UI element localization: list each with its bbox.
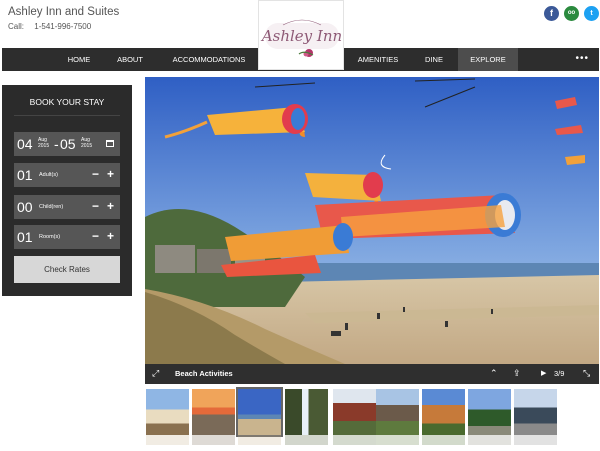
nav-amenities[interactable]: AMENITIES — [352, 48, 404, 71]
fullscreen-mode-icon[interactable]: ⤢ — [152, 368, 159, 379]
hotel-name: Ashley Inn and Suites — [8, 6, 120, 18]
gallery-thumb-8[interactable] — [468, 389, 511, 435]
page: Ashley Inn and Suites Call: 1-541-996-75… — [0, 0, 600, 451]
rooms-stepper: 01 Room(s) − + — [14, 225, 120, 249]
svg-text:Ashley Inn: Ashley Inn — [260, 27, 342, 45]
thumb-reflection — [333, 435, 376, 445]
thumb-reflection — [238, 435, 281, 445]
gallery-thumb-9[interactable] — [514, 389, 557, 435]
gallery-thumb-5[interactable] — [333, 389, 376, 435]
thumb-reflection — [146, 435, 189, 445]
twitter-icon[interactable]: t — [584, 6, 599, 21]
thumb-reflection — [192, 435, 235, 445]
thumb-reflection — [285, 435, 328, 445]
gallery-thumb-4[interactable] — [285, 389, 328, 435]
checkout-year: 2015 — [81, 143, 93, 149]
booking-divider — [14, 115, 120, 116]
thumb-reflection — [422, 435, 465, 445]
nav-dine[interactable]: DINE — [417, 48, 451, 71]
rooms-value: 01 — [17, 229, 33, 245]
tripadvisor-icon[interactable]: oo — [564, 6, 579, 21]
booking-panel: BOOK YOUR STAY 04 Aug 2015 - 05 Aug 2015… — [2, 85, 132, 296]
calendar-icon[interactable] — [106, 140, 114, 147]
gallery-thumb-3[interactable] — [236, 387, 283, 437]
adults-minus-button[interactable]: − — [92, 167, 99, 181]
rooms-plus-button[interactable]: + — [107, 229, 114, 243]
phone-number[interactable]: 1-541-996-7500 — [34, 22, 91, 31]
collapse-thumbs-icon[interactable]: ⌃ — [490, 368, 498, 379]
play-icon[interactable]: ▶ — [541, 369, 546, 377]
adults-label: Adult(s) — [39, 172, 58, 178]
logo-graphic: Ashley Inn — [260, 19, 342, 57]
check-rates-button[interactable]: Check Rates — [14, 256, 120, 283]
gallery-thumb-2[interactable] — [192, 389, 235, 435]
gallery-thumb-6[interactable] — [376, 389, 419, 435]
gallery-caption: Beach Activities — [175, 369, 233, 378]
children-stepper: 00 Child(ren) − + — [14, 195, 120, 219]
expand-icon[interactable]: ⤡ — [583, 368, 590, 379]
beach-kites-photo — [145, 77, 599, 364]
facebook-icon[interactable]: f — [544, 6, 559, 21]
call-label: Call: — [8, 22, 25, 31]
checkout-day: 05 — [60, 136, 76, 152]
gallery-thumb-1[interactable] — [146, 389, 189, 435]
checkin-year: 2015 — [38, 143, 50, 149]
more-menu-icon[interactable]: ••• — [575, 48, 589, 69]
gallery-counter: 3/9 — [554, 369, 565, 378]
share-icon[interactable]: ⇪ — [513, 368, 521, 379]
nav-home[interactable]: HOME — [57, 48, 101, 71]
phone-row: Call: 1-541-996-7500 — [8, 22, 91, 31]
adults-stepper: 01 Adult(s) − + — [14, 163, 120, 187]
gallery-thumb-7[interactable] — [422, 389, 465, 435]
rooms-label: Room(s) — [39, 234, 61, 240]
children-label: Child(ren) — [39, 204, 64, 210]
adults-plus-button[interactable]: + — [107, 167, 114, 181]
gallery-main-image[interactable] — [145, 77, 599, 364]
adults-value: 01 — [17, 167, 33, 183]
nav-accommodations[interactable]: ACCOMMODATIONS — [166, 48, 252, 71]
rooms-minus-button[interactable]: − — [92, 229, 99, 243]
date-separator: - — [54, 136, 59, 152]
children-value: 00 — [17, 199, 33, 215]
date-range-picker[interactable]: 04 Aug 2015 - 05 Aug 2015 — [14, 132, 120, 156]
nav-about[interactable]: ABOUT — [109, 48, 151, 71]
nav-explore[interactable]: EXPLORE — [458, 48, 518, 71]
children-plus-button[interactable]: + — [107, 199, 114, 213]
thumb-reflection — [468, 435, 511, 445]
gallery-caption-bar: ⤢ Beach Activities ⌃ ⇪ ▶ 3/9 ⤡ — [145, 364, 599, 384]
hotel-logo[interactable]: Ashley Inn — [258, 0, 344, 70]
children-minus-button[interactable]: − — [92, 199, 99, 213]
checkin-day: 04 — [17, 136, 33, 152]
booking-title: BOOK YOUR STAY — [29, 97, 105, 107]
thumb-reflection — [514, 435, 557, 445]
thumb-reflection — [376, 435, 419, 445]
